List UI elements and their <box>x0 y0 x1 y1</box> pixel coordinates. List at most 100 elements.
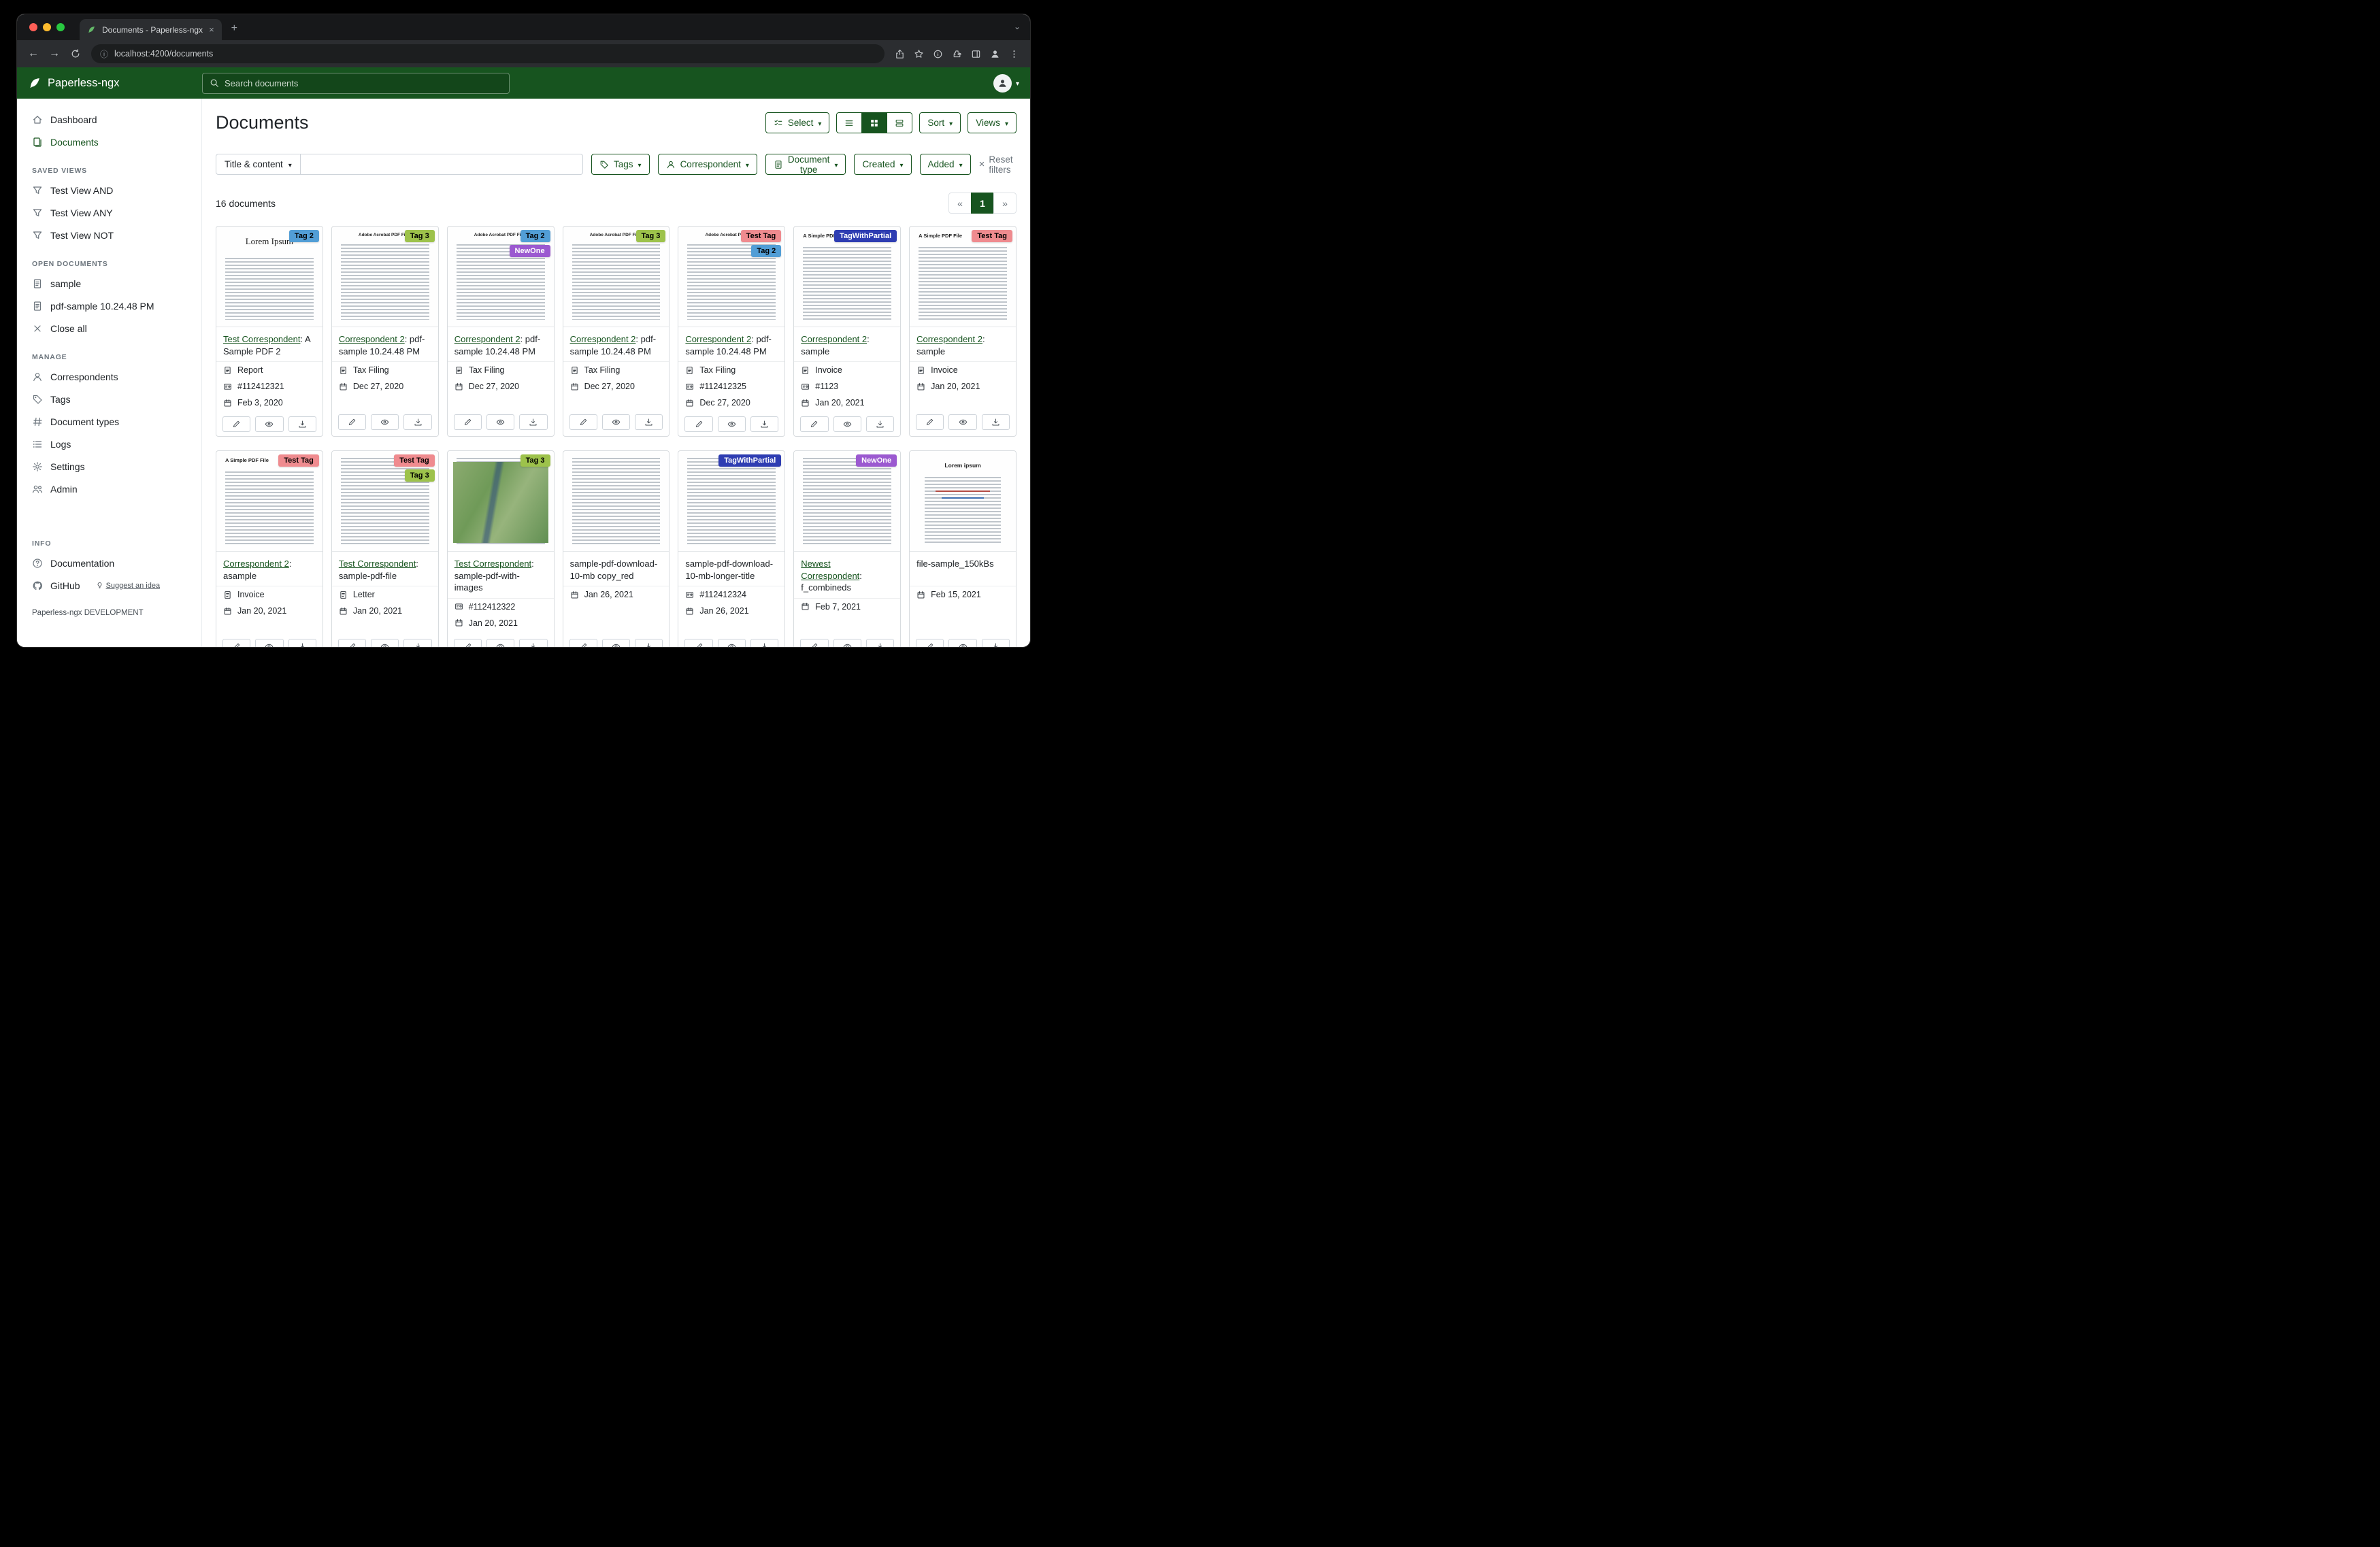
document-thumbnail[interactable]: Adobe Acrobat PDF Files Test TagTag 2 <box>678 227 784 327</box>
download-button[interactable] <box>750 416 778 432</box>
document-thumbnail[interactable]: Lorem ipsum <box>910 451 1016 552</box>
tag-badge-tag-2[interactable]: Tag 2 <box>751 245 781 257</box>
tag-badge-tag-3[interactable]: Tag 3 <box>520 454 550 467</box>
view-button[interactable] <box>371 414 399 430</box>
detail-view-button[interactable] <box>887 112 912 133</box>
sidebar-item-close-all[interactable]: Close all <box>17 317 201 339</box>
view-button[interactable] <box>602 414 630 430</box>
document-card[interactable]: sample-pdf-download-10-mb copy_red Jan 2… <box>563 450 670 648</box>
view-button[interactable] <box>371 639 399 648</box>
correspondent-link[interactable]: Correspondent 2 <box>685 334 751 344</box>
current-page-button[interactable]: 1 <box>971 193 994 214</box>
document-card[interactable]: Adobe Acrobat PDF Files Tag 3 Correspond… <box>563 226 670 437</box>
previous-page-button[interactable]: « <box>948 193 972 214</box>
download-button[interactable] <box>403 639 431 648</box>
view-button[interactable] <box>718 639 746 648</box>
sidebar-item-github[interactable]: GitHub Suggest an idea <box>17 574 201 597</box>
document-thumbnail[interactable]: Lorem Ipsum Tag 2 <box>216 227 323 327</box>
edit-button[interactable] <box>338 639 366 648</box>
select-button[interactable]: Select <box>765 112 830 133</box>
document-thumbnail[interactable]: A Simple PDF File Test Tag <box>910 227 1016 327</box>
tag-badge-tag-2[interactable]: Tag 2 <box>520 230 550 242</box>
view-button[interactable] <box>486 414 514 430</box>
document-thumbnail[interactable]: Adobe Acrobat PDF Files Tag 3 <box>332 227 438 327</box>
address-bar[interactable]: localhost:4200/documents <box>91 44 885 63</box>
browser-menu-icon[interactable] <box>1009 49 1019 59</box>
browser-tab[interactable]: Documents - Paperless-ngx <box>80 19 222 40</box>
document-thumbnail[interactable]: A Simple PDF File TagWithPartial <box>794 227 900 327</box>
tag-badge-tag-2[interactable]: Tag 2 <box>289 230 319 242</box>
tag-badge-newone[interactable]: NewOne <box>856 454 897 467</box>
maximize-window-button[interactable] <box>56 23 65 31</box>
tags-filter-button[interactable]: Tags <box>591 154 650 175</box>
user-menu[interactable] <box>993 74 1019 93</box>
edit-button[interactable] <box>338 414 366 430</box>
tag-badge-test-tag[interactable]: Test Tag <box>972 230 1012 242</box>
correspondent-link[interactable]: Newest Correspondent <box>801 559 859 581</box>
bookmark-star-icon[interactable] <box>914 49 924 59</box>
new-tab-button[interactable] <box>231 22 237 35</box>
edit-button[interactable] <box>222 416 250 432</box>
document-thumbnail[interactable]: A Simple PDF File Test Tag <box>216 451 323 552</box>
correspondent-link[interactable]: Correspondent 2 <box>223 559 289 569</box>
tab-search-chevron-icon[interactable] <box>1014 22 1021 31</box>
close-window-button[interactable] <box>29 23 37 31</box>
site-info-icon[interactable] <box>100 48 108 60</box>
sidebar-item-dashboard[interactable]: Dashboard <box>17 108 201 131</box>
sidebar-item-admin[interactable]: Admin <box>17 478 201 500</box>
global-search[interactable] <box>202 73 510 94</box>
grid-view-button[interactable] <box>861 112 887 133</box>
share-icon[interactable] <box>895 49 905 59</box>
document-card[interactable]: Lorem ipsum file-sample_150kBs Feb 15, 2… <box>909 450 1017 648</box>
sidebar-item-test-view-and[interactable]: Test View AND <box>17 179 201 201</box>
sort-button[interactable]: Sort <box>919 112 961 133</box>
sidebar-item-tags[interactable]: Tags <box>17 388 201 410</box>
title-content-dropdown[interactable]: Title & content <box>216 154 301 175</box>
view-button[interactable] <box>718 416 746 432</box>
sidebar-item-logs[interactable]: Logs <box>17 433 201 455</box>
view-button[interactable] <box>948 639 976 648</box>
minimize-window-button[interactable] <box>43 23 51 31</box>
view-button[interactable] <box>486 639 514 648</box>
view-button[interactable] <box>602 639 630 648</box>
back-button[interactable] <box>28 48 39 60</box>
download-button[interactable] <box>866 416 894 432</box>
download-button[interactable] <box>288 639 316 648</box>
search-input[interactable] <box>225 78 502 88</box>
sidebar-item-settings[interactable]: Settings <box>17 455 201 478</box>
document-card[interactable]: A Simple PDF File Test Tag Correspondent… <box>216 450 323 648</box>
avatar[interactable] <box>993 74 1012 93</box>
sidebar-item-test-view-any[interactable]: Test View ANY <box>17 201 201 224</box>
sidebar-item-document-types[interactable]: Document types <box>17 410 201 433</box>
extensions-icon[interactable] <box>952 49 962 59</box>
download-button[interactable] <box>982 414 1010 430</box>
edit-button[interactable] <box>684 639 712 648</box>
document-thumbnail[interactable]: Test TagTag 3 <box>332 451 438 552</box>
tag-badge-tag-3[interactable]: Tag 3 <box>636 230 666 242</box>
edit-button[interactable] <box>684 416 712 432</box>
created-filter-button[interactable]: Created <box>854 154 911 175</box>
document-thumbnail[interactable]: Tag 3 <box>448 451 554 552</box>
edit-button[interactable] <box>916 639 944 648</box>
tag-badge-newone[interactable]: NewOne <box>510 245 550 257</box>
tag-badge-tag-3[interactable]: Tag 3 <box>405 469 435 482</box>
document-card[interactable]: Test TagTag 3 Test Correspondent: sample… <box>331 450 439 648</box>
correspondent-link[interactable]: Correspondent 2 <box>339 334 405 344</box>
document-card[interactable]: Adobe Acrobat PDF Files Tag 3 Correspond… <box>331 226 439 437</box>
tag-badge-test-tag[interactable]: Test Tag <box>278 454 319 467</box>
edit-button[interactable] <box>222 639 250 648</box>
next-page-button[interactable]: » <box>993 193 1017 214</box>
correspondent-link[interactable]: Correspondent 2 <box>570 334 636 344</box>
document-thumbnail[interactable]: Adobe Acrobat PDF Files Tag 2NewOne <box>448 227 554 327</box>
download-button[interactable] <box>288 416 316 432</box>
tag-badge-tag-3[interactable]: Tag 3 <box>405 230 435 242</box>
sidebar-item-test-view-not[interactable]: Test View NOT <box>17 224 201 246</box>
correspondent-link[interactable]: Test Correspondent <box>223 334 300 344</box>
sidebar-link-suggest-an-idea[interactable]: Suggest an idea <box>96 582 161 590</box>
list-view-button[interactable] <box>836 112 862 133</box>
document-type-filter-button[interactable]: Document type <box>765 154 846 175</box>
tag-badge-tagwithpartial[interactable]: TagWithPartial <box>834 230 897 242</box>
correspondent-link[interactable]: Test Correspondent <box>339 559 416 569</box>
download-button[interactable] <box>982 639 1010 648</box>
forward-button[interactable] <box>49 48 60 60</box>
